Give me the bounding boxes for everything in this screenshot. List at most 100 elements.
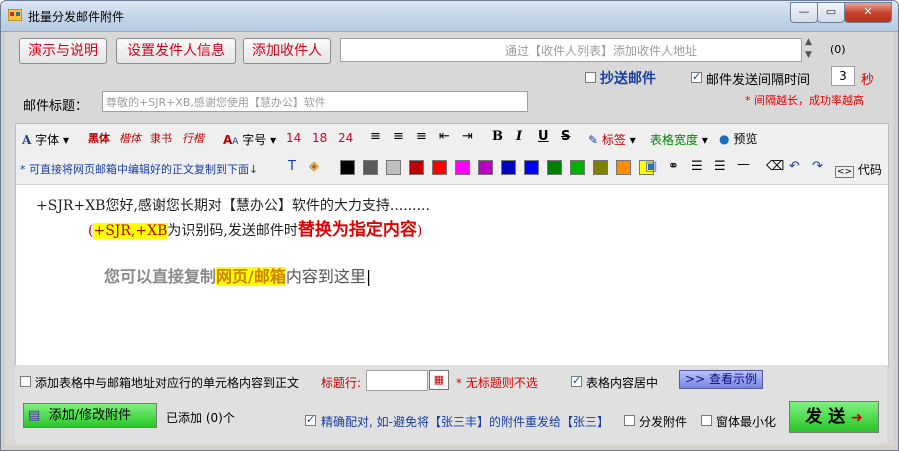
color-swatch[interactable]	[363, 160, 378, 175]
table-width-menu[interactable]: 表格宽度 ▾	[650, 131, 708, 148]
recipient-count: (0)	[830, 43, 846, 56]
color-swatch[interactable]	[386, 160, 401, 175]
align-right-icon[interactable]: ≡	[416, 129, 427, 144]
interval-note: * 间隔越长，成功率越高	[745, 94, 864, 107]
bottom-panel: 添加表格中与邮箱地址对应行的单元格内容到正文 标题行: ▦ * 无标题则不选 表…	[15, 365, 887, 443]
tag-icon: ✎	[588, 133, 599, 147]
code-button[interactable]: <> 代码	[835, 161, 882, 178]
underline-icon[interactable]: U	[538, 129, 549, 144]
distribute-checkbox[interactable]	[624, 415, 635, 426]
close-icon[interactable]: ✕	[844, 2, 892, 23]
color-swatch[interactable]	[524, 160, 539, 175]
color-swatch[interactable]	[501, 160, 516, 175]
app-window: 批量分发邮件附件 — ▭ ✕ 演示与说明 设置发件人信息 添加收件人 通过【收件…	[0, 0, 899, 451]
header-row-label: 标题行:	[321, 376, 362, 390]
color-swatch[interactable]	[409, 160, 424, 175]
size-24[interactable]: 24	[338, 131, 353, 145]
indent-icon[interactable]: ⇥	[462, 129, 473, 144]
italic-icon[interactable]: I	[516, 129, 522, 144]
editor-toolbar: A 字体 ▾ 黑体 楷体 隶书 行楷 AA 字号 ▾ 14 18 24 ≡ ≡ …	[16, 124, 888, 185]
center-checkbox[interactable]	[571, 374, 582, 387]
size-18[interactable]: 18	[312, 131, 327, 145]
size-14[interactable]: 14	[286, 131, 301, 145]
header-row-note: * 无标题则不选	[456, 376, 538, 390]
spin-icon[interactable]: ▲ ▼	[805, 36, 812, 62]
preview-button[interactable]: ● 预览	[719, 130, 757, 147]
content-line-3: 您可以直接复制网页/邮箱内容到这里|	[104, 267, 372, 286]
bg-color-icon[interactable]: ◈	[309, 159, 319, 174]
window-title: 批量分发邮件附件	[28, 10, 125, 24]
app-icon	[8, 9, 22, 21]
eraser-icon[interactable]: ⌫	[766, 159, 784, 174]
double-arrow-icon: >>	[685, 372, 706, 386]
font-xingkai[interactable]: 行楷	[182, 130, 204, 146]
editor-content[interactable]: +SJR+XB您好,感谢您长期对【慧办公】软件的大力支持......... (+…	[16, 185, 888, 366]
code-icon: <>	[835, 166, 855, 178]
arrow-right-icon: ➜	[851, 410, 863, 426]
exact-match-label: 精确配对, 如-避免将【张三丰】的附件重发给【张三】	[321, 415, 609, 429]
strikethrough-icon[interactable]: S	[561, 129, 570, 144]
font-heiti[interactable]: 黑体	[88, 130, 110, 146]
color-swatch[interactable]	[432, 160, 447, 175]
cc-label: 抄送邮件	[600, 71, 656, 87]
outdent-icon[interactable]: ⇤	[439, 129, 450, 144]
add-recipient-button[interactable]: 添加收件人	[243, 38, 331, 64]
interval-input[interactable]: 3	[831, 66, 855, 86]
font-size-icon: A	[223, 133, 233, 147]
hr-icon[interactable]: —	[737, 157, 750, 172]
interval-unit: 秒	[861, 73, 875, 88]
number-list-icon[interactable]: ☰	[714, 159, 726, 174]
recipient-placeholder: 通过【收件人列表】添加收件人地址	[505, 44, 698, 58]
color-swatch[interactable]	[340, 160, 355, 175]
font-icon: A	[22, 133, 32, 147]
cc-checkbox[interactable]	[585, 72, 596, 83]
minimize-icon[interactable]: —	[790, 2, 818, 23]
maximize-icon[interactable]: ▭	[817, 2, 845, 23]
font-lishu[interactable]: 隶书	[150, 130, 172, 146]
center-label: 表格内容居中	[586, 376, 659, 390]
color-swatch[interactable]	[593, 160, 608, 175]
minimize-window-checkbox[interactable]	[701, 415, 712, 426]
redo-icon[interactable]: ↷	[812, 159, 823, 174]
text-color-icon[interactable]: T	[288, 159, 296, 174]
demo-button[interactable]: 演示与说明	[19, 38, 107, 64]
added-count: 已添加 (0)个	[166, 411, 235, 425]
color-swatch[interactable]	[478, 160, 493, 175]
subject-input[interactable]: 尊敬的+SJR+XB,感谢您使用【慧办公】软件	[102, 91, 528, 112]
paste-tip: * 可直接将网页邮箱中编辑好的正文复制到下面↓	[20, 163, 259, 176]
subject-value: 尊敬的+SJR+XB,感谢您使用【慧办公】软件	[106, 96, 326, 109]
interval-label: 邮件发送间隔时间	[706, 73, 811, 88]
code-highlight: +SJR,+XB	[93, 223, 168, 239]
table-pick-icon[interactable]: ▦	[429, 370, 449, 390]
tag-menu[interactable]: ✎ 标签 ▾	[588, 131, 636, 148]
color-swatch[interactable]	[547, 160, 562, 175]
sender-settings-button[interactable]: 设置发件人信息	[116, 38, 236, 64]
add-table-checkbox[interactable]	[20, 376, 31, 387]
add-attachment-button[interactable]: ▤ 添加/修改附件	[23, 403, 157, 428]
color-swatch[interactable]	[616, 160, 631, 175]
link-icon[interactable]: ⚭	[668, 159, 679, 174]
exact-match-checkbox[interactable]	[305, 413, 316, 426]
view-example-button[interactable]: >> 查看示例	[679, 370, 763, 389]
color-swatch[interactable]	[570, 160, 585, 175]
books-icon: ▤	[28, 408, 41, 423]
recipient-field[interactable]: 通过【收件人列表】添加收件人地址	[340, 38, 802, 62]
align-left-icon[interactable]: ≡	[370, 129, 381, 144]
subject-label: 邮件标题：	[23, 99, 89, 114]
font-menu[interactable]: A 字体 ▾	[22, 131, 69, 148]
bullet-list-icon[interactable]: ☰	[691, 159, 703, 174]
image-icon[interactable]: ▣	[645, 159, 657, 174]
globe-icon: ●	[719, 132, 730, 146]
size-menu[interactable]: AA 字号 ▾	[223, 131, 276, 148]
font-kaiti[interactable]: 楷体	[119, 130, 141, 146]
header-row-input[interactable]	[366, 370, 428, 391]
color-swatch[interactable]	[455, 160, 470, 175]
bold-icon[interactable]: B	[492, 129, 503, 144]
title-bar: 批量分发邮件附件 — ▭ ✕	[1, 1, 898, 32]
align-center-icon[interactable]: ≡	[393, 129, 404, 144]
undo-icon[interactable]: ↶	[789, 159, 800, 174]
content-line-2: (+SJR,+XB为识别码,发送邮件时替换为指定内容)	[88, 220, 423, 240]
add-table-label: 添加表格中与邮箱地址对应行的单元格内容到正文	[35, 376, 300, 390]
send-button[interactable]: 发 送 ➜	[789, 401, 879, 433]
interval-checkbox[interactable]	[691, 70, 702, 83]
